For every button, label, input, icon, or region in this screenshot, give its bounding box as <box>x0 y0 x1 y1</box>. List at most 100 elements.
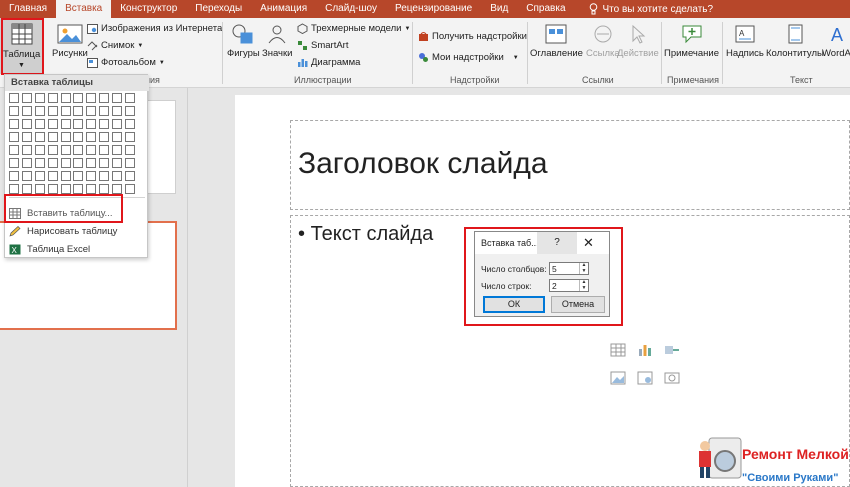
grid-cell[interactable] <box>9 93 19 103</box>
grid-cell[interactable] <box>9 145 19 155</box>
chart-button[interactable]: Диаграмма <box>297 57 360 68</box>
grid-cell[interactable] <box>47 171 58 181</box>
grid-cell[interactable] <box>99 184 110 194</box>
insert-online-picture-icon[interactable] <box>637 371 653 385</box>
columns-spinner[interactable]: 5 ▲ ▼ <box>549 262 589 275</box>
grid-cell[interactable] <box>60 119 71 129</box>
tab-2[interactable]: Конструктор <box>111 0 186 18</box>
tab-5[interactable]: Слайд-шоу <box>316 0 386 18</box>
grid-cell[interactable] <box>21 158 32 168</box>
draw-table-menu-item[interactable]: Нарисовать таблицу <box>9 223 117 239</box>
grid-cell[interactable] <box>73 158 84 168</box>
grid-cell[interactable] <box>9 106 19 116</box>
get-addins-button[interactable]: Получить надстройки <box>418 31 527 42</box>
tab-1[interactable]: Вставка <box>56 0 112 18</box>
grid-cell[interactable] <box>112 145 123 155</box>
grid-cell[interactable] <box>34 158 45 168</box>
grid-cell[interactable] <box>125 119 136 129</box>
grid-cell[interactable] <box>73 93 84 103</box>
action-button[interactable]: Действие <box>617 24 659 59</box>
grid-cell[interactable] <box>47 132 58 142</box>
grid-cell[interactable] <box>34 171 45 181</box>
grid-cell[interactable] <box>21 93 32 103</box>
grid-cell[interactable] <box>9 158 19 168</box>
grid-cell[interactable] <box>60 132 71 142</box>
grid-cell[interactable] <box>34 184 45 194</box>
grid-cell[interactable] <box>21 119 32 129</box>
spinner-arrows-icon[interactable]: ▲ ▼ <box>579 262 588 274</box>
grid-cell[interactable] <box>21 171 32 181</box>
grid-cell[interactable] <box>34 145 45 155</box>
grid-cell[interactable] <box>99 106 110 116</box>
table-size-grid[interactable] <box>9 93 136 194</box>
insert-video-icon[interactable] <box>664 371 680 385</box>
grid-cell[interactable] <box>86 158 97 168</box>
comment-button[interactable]: Примечание <box>664 24 719 59</box>
grid-cell[interactable] <box>99 132 110 142</box>
grid-cell[interactable] <box>125 158 136 168</box>
grid-cell[interactable] <box>86 93 97 103</box>
grid-cell[interactable] <box>47 158 58 168</box>
grid-cell[interactable] <box>9 184 19 194</box>
grid-cell[interactable] <box>60 93 71 103</box>
icons-button[interactable]: Значки <box>262 24 292 59</box>
tab-3[interactable]: Переходы <box>186 0 251 18</box>
grid-cell[interactable] <box>47 93 58 103</box>
grid-cell[interactable] <box>86 132 97 142</box>
spinner-arrows-icon[interactable]: ▲ ▼ <box>579 279 588 291</box>
grid-cell[interactable] <box>86 184 97 194</box>
smartart-button[interactable]: SmartArt <box>297 40 348 51</box>
grid-cell[interactable] <box>47 106 58 116</box>
ok-button[interactable]: ОК <box>483 296 545 313</box>
close-icon[interactable]: ✕ <box>583 236 594 250</box>
tab-0[interactable]: Главная <box>0 0 56 18</box>
grid-cell[interactable] <box>99 119 110 129</box>
grid-cell[interactable] <box>21 106 32 116</box>
grid-cell[interactable] <box>86 106 97 116</box>
shapes-button[interactable]: Фигуры <box>227 24 260 59</box>
tab-7[interactable]: Вид <box>481 0 517 18</box>
grid-cell[interactable] <box>86 171 97 181</box>
grid-cell[interactable] <box>125 145 136 155</box>
tab-8[interactable]: Справка <box>517 0 574 18</box>
grid-cell[interactable] <box>21 145 32 155</box>
grid-cell[interactable] <box>34 106 45 116</box>
grid-cell[interactable] <box>73 171 84 181</box>
grid-cell[interactable] <box>99 145 110 155</box>
grid-cell[interactable] <box>9 171 19 181</box>
3d-models-button[interactable]: Трехмерные модели ▼ <box>297 23 410 34</box>
grid-cell[interactable] <box>125 93 136 103</box>
grid-cell[interactable] <box>47 145 58 155</box>
grid-cell[interactable] <box>9 119 19 129</box>
online-pictures-button[interactable]: Изображения из Интернета <box>87 23 222 34</box>
insert-picture-icon[interactable] <box>610 371 626 385</box>
grid-cell[interactable] <box>112 158 123 168</box>
insert-table-icon[interactable] <box>610 343 626 357</box>
grid-cell[interactable] <box>73 184 84 194</box>
grid-cell[interactable] <box>112 132 123 142</box>
grid-cell[interactable] <box>99 93 110 103</box>
grid-cell[interactable] <box>47 184 58 194</box>
grid-cell[interactable] <box>99 158 110 168</box>
grid-cell[interactable] <box>112 184 123 194</box>
grid-cell[interactable] <box>125 132 136 142</box>
photo-album-button[interactable]: Фотоальбом ▼ <box>87 57 165 68</box>
grid-cell[interactable] <box>60 145 71 155</box>
tab-6[interactable]: Рецензирование <box>386 0 481 18</box>
grid-cell[interactable] <box>86 119 97 129</box>
grid-cell[interactable] <box>73 145 84 155</box>
wordart-button[interactable]: A WordArt <box>822 24 850 59</box>
grid-cell[interactable] <box>47 119 58 129</box>
grid-cell[interactable] <box>73 106 84 116</box>
tab-4[interactable]: Анимация <box>251 0 316 18</box>
grid-cell[interactable] <box>60 184 71 194</box>
help-button[interactable]: ? <box>537 232 577 254</box>
textbox-button[interactable]: A Надпись <box>726 24 764 59</box>
screenshot-button[interactable]: Снимок ▼ <box>87 40 143 51</box>
grid-cell[interactable] <box>9 132 19 142</box>
excel-table-menu-item[interactable]: X Таблица Excel <box>9 241 90 257</box>
rows-spinner[interactable]: 2 ▲ ▼ <box>549 279 589 292</box>
insert-smartart-icon[interactable] <box>664 343 680 357</box>
zoom-button[interactable]: Оглавление <box>530 24 583 59</box>
grid-cell[interactable] <box>125 184 136 194</box>
